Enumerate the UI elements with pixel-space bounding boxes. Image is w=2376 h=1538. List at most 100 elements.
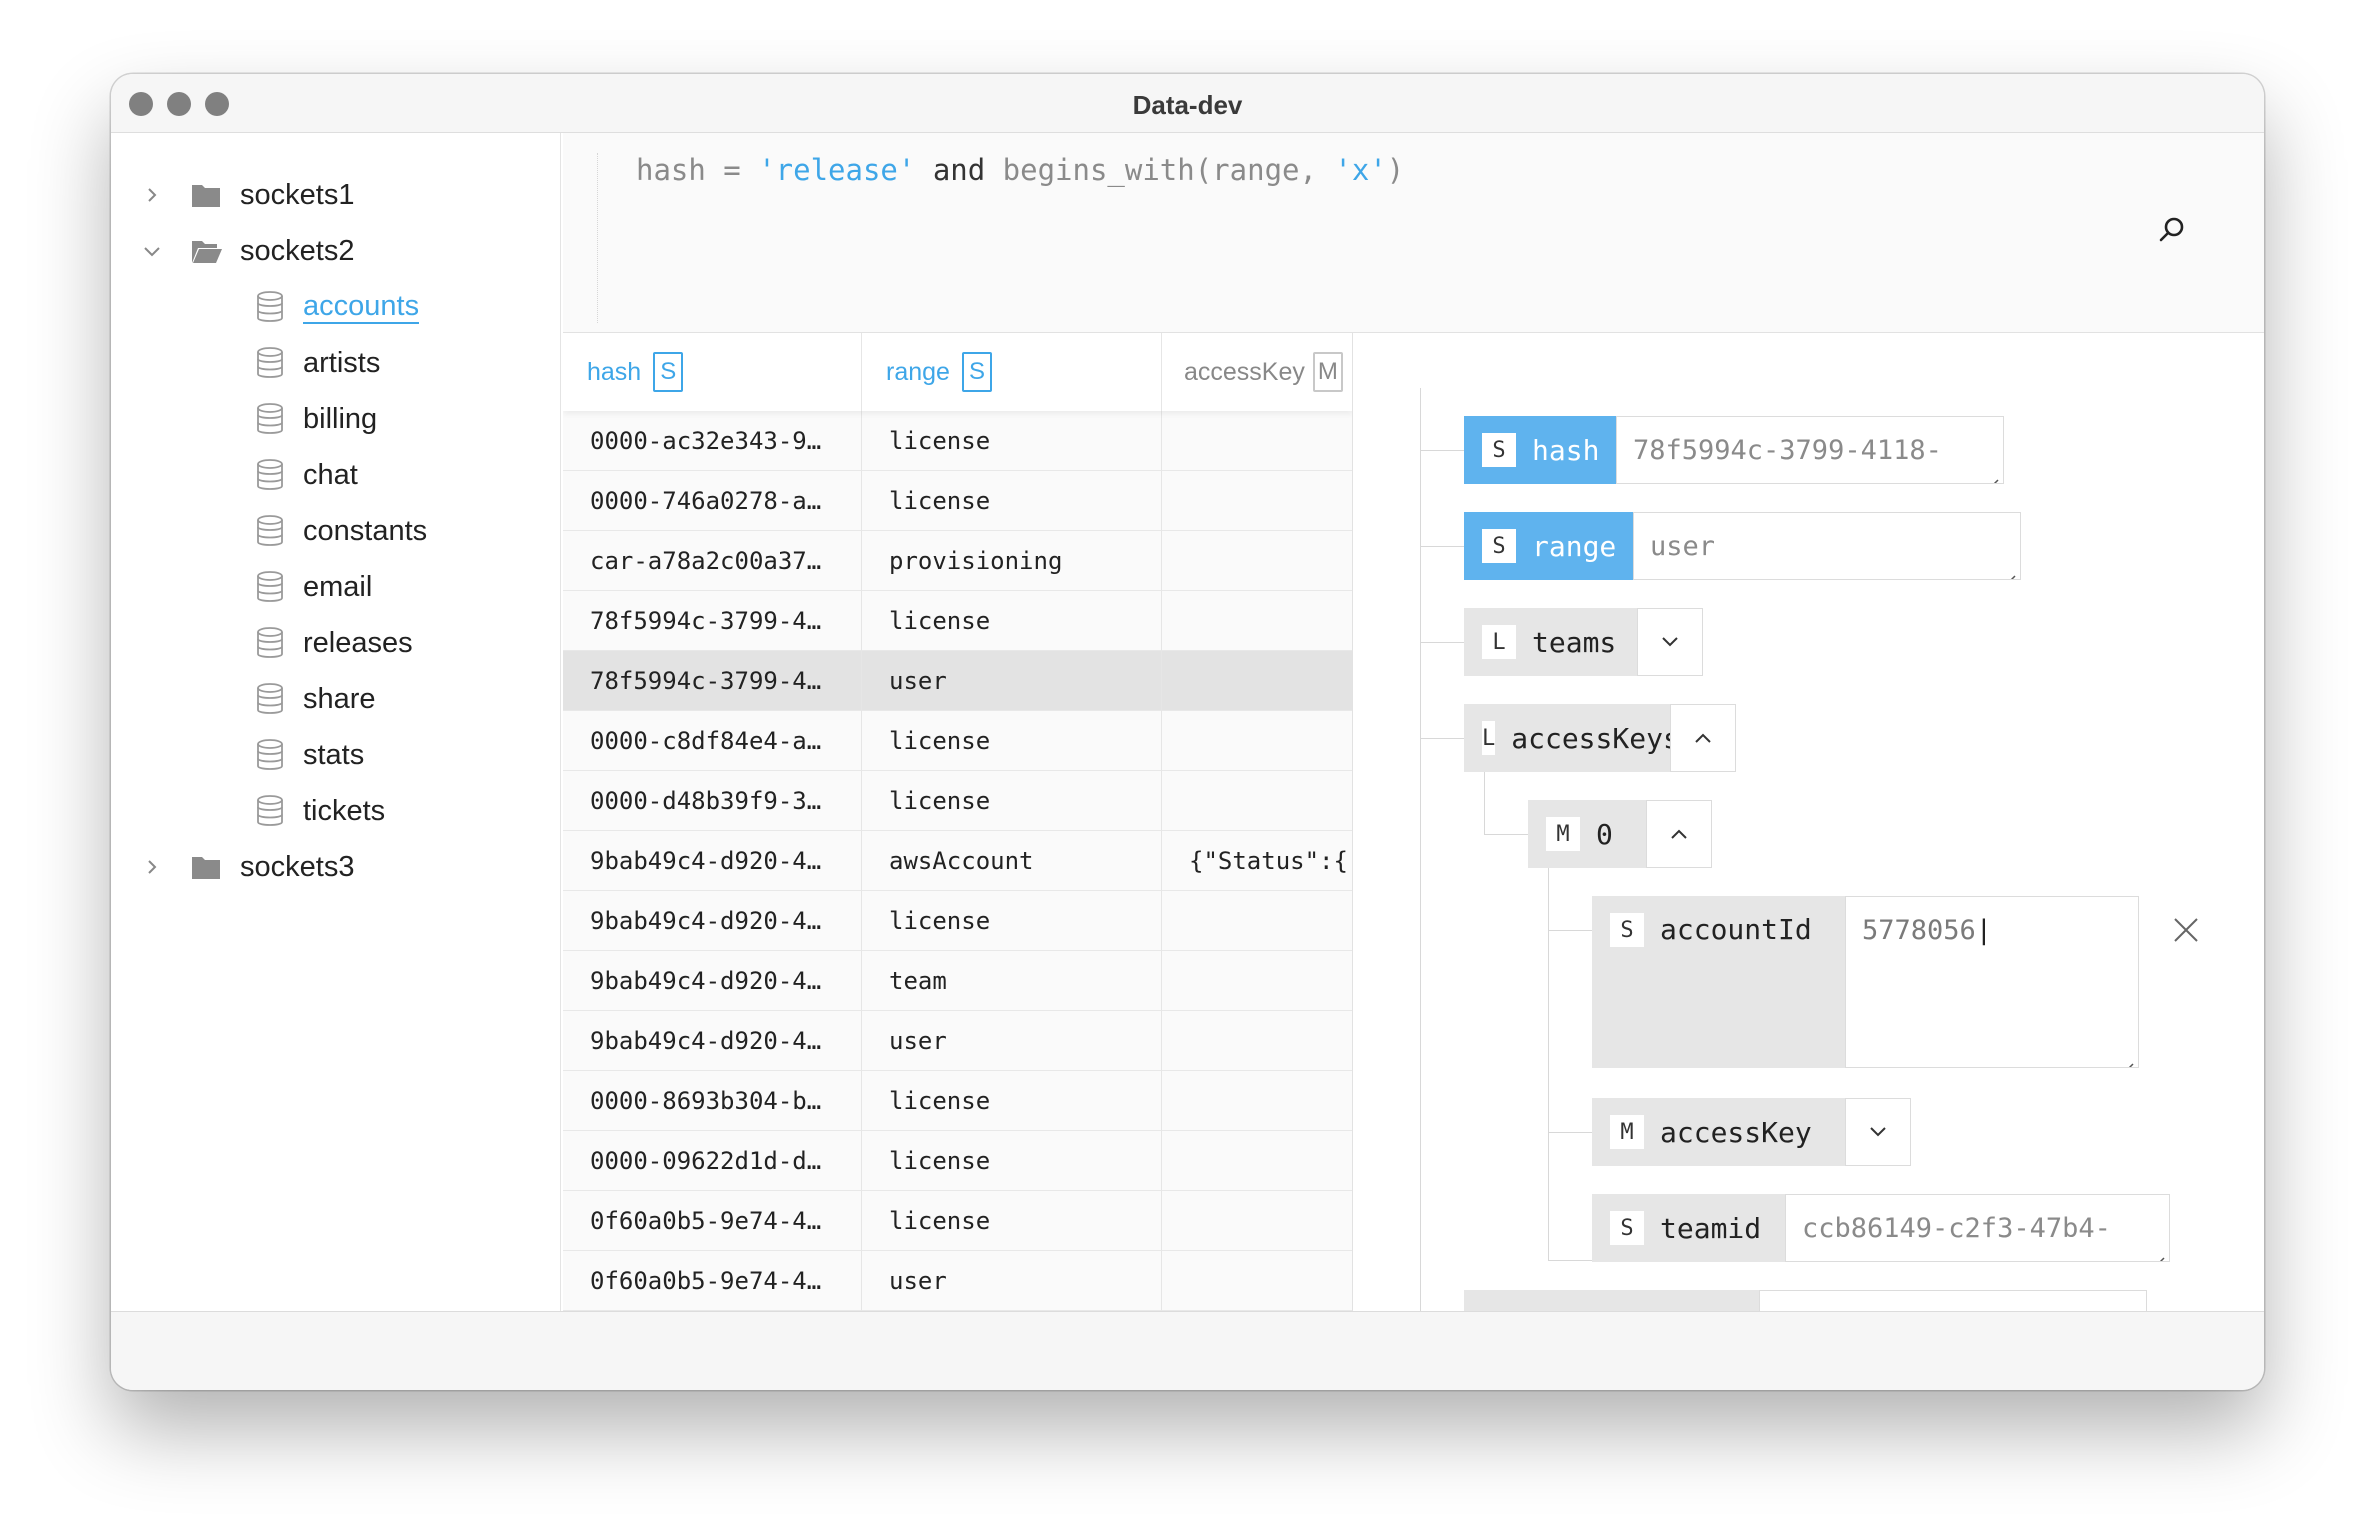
search-icon[interactable] bbox=[2155, 213, 2189, 247]
table-cell-range[interactable]: license bbox=[862, 771, 1162, 831]
database-icon bbox=[256, 515, 284, 547]
sidebar-item-tickets[interactable]: tickets bbox=[241, 789, 541, 833]
collapse-button[interactable] bbox=[1646, 800, 1712, 868]
table-cell-range[interactable]: user bbox=[862, 651, 1162, 711]
table-row[interactable]: 78f5994c-3799-4… license bbox=[563, 591, 1352, 651]
table-cell-hash[interactable]: 9bab49c4-d920-4… bbox=[563, 951, 862, 1011]
sidebar-item-constants[interactable]: constants bbox=[241, 509, 541, 553]
resize-handle-icon[interactable] bbox=[2004, 563, 2016, 579]
table-row[interactable]: 0000-d48b39f9-3… license bbox=[563, 771, 1352, 831]
table-cell-range[interactable]: license bbox=[862, 591, 1162, 651]
attribute-value-input[interactable]: user bbox=[1633, 512, 2021, 580]
table-cell-range[interactable]: awsAccount bbox=[862, 831, 1162, 891]
remove-attribute-icon[interactable] bbox=[2171, 915, 2201, 945]
table-cell-hash[interactable]: car-a78a2c00a37… bbox=[563, 531, 862, 591]
table-cell-hash[interactable]: 9bab49c4-d920-4… bbox=[563, 831, 862, 891]
table-cell-range[interactable]: provisioning bbox=[862, 531, 1162, 591]
sidebar-item-stats[interactable]: stats bbox=[241, 733, 541, 777]
table-row[interactable]: 0f60a0b5-9e74-4… user bbox=[563, 1251, 1352, 1311]
table-row[interactable]: 9bab49c4-d920-4… license bbox=[563, 891, 1352, 951]
sidebar-group-sockets2[interactable]: sockets2 bbox=[111, 229, 551, 273]
query-input[interactable]: hash = 'release' and begins_with(range, … bbox=[636, 153, 1404, 187]
table-cell-range[interactable]: license bbox=[862, 891, 1162, 951]
table-cell-hash[interactable]: 78f5994c-3799-4… bbox=[563, 651, 862, 711]
sidebar-item-share[interactable]: share bbox=[241, 677, 541, 721]
table-row[interactable]: 0000-c8df84e4-a… license bbox=[563, 711, 1352, 771]
sidebar-item-email[interactable]: email bbox=[241, 565, 541, 609]
editor-gutter bbox=[597, 153, 598, 323]
table-cell-accesskey[interactable] bbox=[1162, 951, 1352, 1011]
table-cell-range[interactable]: license bbox=[862, 1191, 1162, 1251]
sidebar-item-billing[interactable]: billing bbox=[241, 397, 541, 441]
attribute-value-input[interactable] bbox=[1759, 1290, 2147, 1311]
chevron-right-icon[interactable] bbox=[137, 180, 167, 210]
table-cell-range[interactable]: license bbox=[862, 1071, 1162, 1131]
table-row[interactable]: 0000-ac32e343-9… license bbox=[563, 411, 1352, 471]
table-cell-hash[interactable]: 0000-746a0278-a… bbox=[563, 471, 862, 531]
table-cell-accesskey[interactable] bbox=[1162, 771, 1352, 831]
table-row[interactable]: 0f60a0b5-9e74-4… license bbox=[563, 1191, 1352, 1251]
table-cell-accesskey[interactable] bbox=[1162, 1071, 1352, 1131]
database-icon bbox=[256, 627, 284, 659]
table-cell-accesskey[interactable] bbox=[1162, 531, 1352, 591]
table-cell-accesskey[interactable] bbox=[1162, 1011, 1352, 1071]
table-cell-accesskey[interactable] bbox=[1162, 891, 1352, 951]
table-cell-hash[interactable]: 9bab49c4-d920-4… bbox=[563, 891, 862, 951]
table-cell-hash[interactable]: 0f60a0b5-9e74-4… bbox=[563, 1251, 862, 1311]
attribute-value-input[interactable]: ccb86149-c2f3-47b4- bbox=[1785, 1194, 2170, 1262]
table-cell-accesskey[interactable] bbox=[1162, 1191, 1352, 1251]
table-cell-accesskey[interactable] bbox=[1162, 411, 1352, 471]
table-cell-range[interactable]: team bbox=[862, 951, 1162, 1011]
sidebar-group-sockets3[interactable]: sockets3 bbox=[111, 845, 551, 889]
sidebar-item-chat[interactable]: chat bbox=[241, 453, 541, 497]
expand-button[interactable] bbox=[1845, 1098, 1911, 1166]
chevron-down-icon[interactable] bbox=[137, 236, 167, 266]
table-cell-accesskey[interactable] bbox=[1162, 471, 1352, 531]
table-cell-accesskey[interactable] bbox=[1162, 711, 1352, 771]
table-cell-hash[interactable]: 0000-09622d1d-d… bbox=[563, 1131, 862, 1191]
column-header-accesskey[interactable]: accessKey M bbox=[1162, 333, 1352, 411]
column-header-hash[interactable]: hash S bbox=[563, 333, 862, 411]
sidebar-item-accounts[interactable]: accounts bbox=[241, 285, 541, 329]
table-cell-hash[interactable]: 0000-c8df84e4-a… bbox=[563, 711, 862, 771]
table-cell-accesskey[interactable]: {"Status":{ bbox=[1162, 831, 1352, 891]
sidebar-item-artists[interactable]: artists bbox=[241, 341, 541, 385]
table-cell-accesskey[interactable] bbox=[1162, 651, 1352, 711]
table-cell-range[interactable]: license bbox=[862, 711, 1162, 771]
table-cell-range[interactable]: user bbox=[862, 1011, 1162, 1071]
table-cell-hash[interactable]: 0000-ac32e343-9… bbox=[563, 411, 862, 471]
table-row[interactable]: car-a78a2c00a37… provisioning bbox=[563, 531, 1352, 591]
table-cell-range[interactable]: license bbox=[862, 471, 1162, 531]
table-row[interactable]: 0000-09622d1d-d… license bbox=[563, 1131, 1352, 1191]
table-cell-hash[interactable]: 9bab49c4-d920-4… bbox=[563, 1011, 862, 1071]
table-cell-range[interactable]: license bbox=[862, 411, 1162, 471]
attribute-value-input[interactable]: 5778056| bbox=[1845, 896, 2139, 1068]
collapse-button[interactable] bbox=[1670, 704, 1736, 772]
chevron-right-icon[interactable] bbox=[137, 852, 167, 882]
resize-handle-icon[interactable] bbox=[2122, 1051, 2134, 1067]
table-cell-hash[interactable]: 0f60a0b5-9e74-4… bbox=[563, 1191, 862, 1251]
type-badge: S bbox=[961, 352, 992, 392]
table-cell-accesskey[interactable] bbox=[1162, 1131, 1352, 1191]
table-row[interactable]: 0000-746a0278-a… license bbox=[563, 471, 1352, 531]
table-cell-accesskey[interactable] bbox=[1162, 591, 1352, 651]
table-row[interactable]: 9bab49c4-d920-4… user bbox=[563, 1011, 1352, 1071]
table-row[interactable]: 0000-8693b304-b… license bbox=[563, 1071, 1352, 1131]
table-cell-range[interactable]: license bbox=[862, 1131, 1162, 1191]
expand-button[interactable] bbox=[1637, 608, 1703, 676]
attribute-value-input[interactable]: 78f5994c-3799-4118- bbox=[1616, 416, 2004, 484]
column-header-range[interactable]: range S bbox=[862, 333, 1162, 411]
table-cell-hash[interactable]: 78f5994c-3799-4… bbox=[563, 591, 862, 651]
sidebar-group-sockets1[interactable]: sockets1 bbox=[111, 173, 551, 217]
table-row[interactable]: 78f5994c-3799-4… user bbox=[563, 651, 1352, 711]
table-row[interactable]: 9bab49c4-d920-4… team bbox=[563, 951, 1352, 1011]
query-editor[interactable]: hash = 'release' and begins_with(range, … bbox=[563, 133, 2264, 333]
resize-handle-icon[interactable] bbox=[2153, 1245, 2165, 1261]
sidebar-item-releases[interactable]: releases bbox=[241, 621, 541, 665]
table-cell-hash[interactable]: 0000-d48b39f9-3… bbox=[563, 771, 862, 831]
table-cell-hash[interactable]: 0000-8693b304-b… bbox=[563, 1071, 862, 1131]
table-row[interactable]: 9bab49c4-d920-4… awsAccount {"Status":{ bbox=[563, 831, 1352, 891]
table-cell-accesskey[interactable] bbox=[1162, 1251, 1352, 1311]
resize-handle-icon[interactable] bbox=[1987, 467, 1999, 483]
table-cell-range[interactable]: user bbox=[862, 1251, 1162, 1311]
